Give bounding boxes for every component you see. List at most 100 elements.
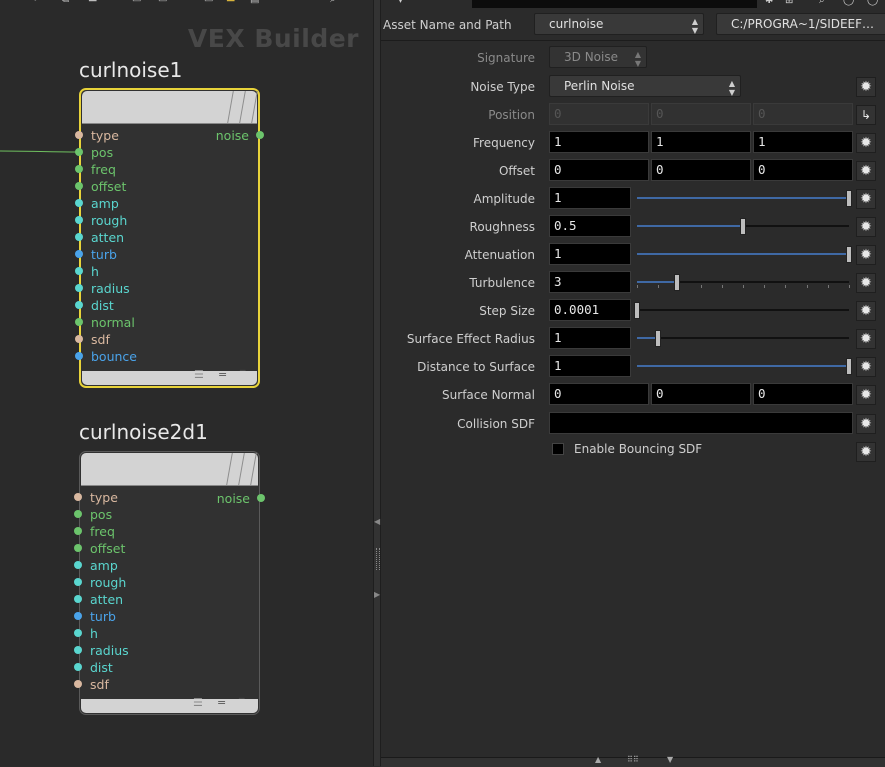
- input-connector[interactable]: [75, 250, 83, 258]
- slider-handle[interactable]: [634, 302, 640, 319]
- input-connector[interactable]: [74, 493, 82, 501]
- network-editor[interactable]: ✂ ⧉ ▬ ▭ ▭ ▭ ▬ ▤ ⌕ VEX Builder curlnoise1…: [0, 0, 373, 766]
- enable-bouncing-checkbox[interactable]: [552, 443, 564, 455]
- tool-icon[interactable]: ▭: [204, 0, 213, 6]
- signature-menu[interactable]: 3D Noise ▲ ▼: [549, 46, 647, 68]
- tool-icon[interactable]: ▬: [88, 0, 97, 6]
- input-connector[interactable]: [74, 629, 82, 637]
- gear-icon[interactable]: ✹: [856, 414, 876, 434]
- tool-icon[interactable]: ▤: [250, 0, 259, 6]
- step-size-field[interactable]: 0.0001: [549, 299, 631, 321]
- gear-icon[interactable]: ✹: [856, 161, 876, 181]
- noise-type-menu[interactable]: Perlin Noise ▲ ▼: [549, 75, 741, 97]
- surface-effect-radius-field[interactable]: 1: [549, 327, 631, 349]
- input-connector[interactable]: [75, 335, 83, 343]
- grip-icon[interactable]: ⠿⠿: [627, 755, 639, 764]
- roughness-slider[interactable]: [635, 215, 851, 237]
- node-curlnoise1[interactable]: type pos freq offset amp rough atten turb h radiu…: [75, 88, 264, 388]
- collapse-icon[interactable]: ☰: [193, 696, 203, 709]
- input-connector[interactable]: [74, 561, 82, 569]
- input-connector[interactable]: [74, 544, 82, 552]
- node-name[interactable]: curlnoise2d1: [79, 420, 208, 444]
- input-connector[interactable]: [75, 148, 83, 156]
- roughness-field[interactable]: 0.5: [549, 215, 631, 237]
- tool-icon[interactable]: ✂: [34, 0, 42, 6]
- divider-grip[interactable]: [376, 548, 380, 570]
- attenuation-slider[interactable]: [635, 243, 852, 265]
- node-header[interactable]: [82, 91, 258, 124]
- collapse-icon[interactable]: ☰: [194, 368, 204, 381]
- tool-icon[interactable]: ▬: [226, 0, 235, 6]
- search-icon[interactable]: ⌕: [330, 0, 336, 6]
- output-connector[interactable]: [257, 494, 265, 502]
- gear-icon[interactable]: ✹: [856, 385, 876, 405]
- input-connector[interactable]: [74, 578, 82, 586]
- asset-name-menu[interactable]: curlnoise ▲ ▼: [534, 13, 704, 35]
- expand-icon[interactable]: =: [217, 696, 226, 709]
- input-connector[interactable]: [75, 182, 83, 190]
- amplitude-slider[interactable]: [635, 187, 852, 209]
- slider-handle[interactable]: [655, 330, 662, 347]
- input-connector[interactable]: [75, 267, 83, 275]
- gear-icon[interactable]: ✹: [856, 442, 876, 462]
- gear-icon[interactable]: ✹: [856, 133, 876, 153]
- path-bar[interactable]: [472, 0, 757, 8]
- step-size-slider[interactable]: [634, 299, 851, 321]
- dropdown-arrow-icon[interactable]: ▾: [398, 0, 403, 6]
- distance-to-surface-field[interactable]: 1: [549, 355, 631, 377]
- slider-handle[interactable]: [674, 274, 681, 291]
- input-connector[interactable]: [74, 646, 82, 654]
- offset-y-field[interactable]: 0: [651, 159, 751, 181]
- input-connector[interactable]: [75, 233, 83, 241]
- tool-icon[interactable]: ⊞: [785, 0, 793, 6]
- collapse-right-icon[interactable]: ▶: [374, 590, 380, 599]
- frequency-y-field[interactable]: 1: [651, 131, 751, 153]
- gear-icon[interactable]: ✹: [856, 189, 876, 209]
- input-connector[interactable]: [74, 527, 82, 535]
- slider-handle[interactable]: [846, 190, 852, 207]
- input-connector[interactable]: [74, 595, 82, 603]
- tool-icon[interactable]: ▭: [158, 0, 167, 6]
- position-z-field[interactable]: 0: [753, 103, 853, 125]
- tool-icon[interactable]: ✱: [765, 0, 773, 6]
- tool-icon[interactable]: ◯: [843, 0, 854, 6]
- input-connector[interactable]: [75, 165, 83, 173]
- offset-x-field[interactable]: 0: [549, 159, 649, 181]
- gear-icon[interactable]: ✹: [856, 217, 876, 237]
- input-connector[interactable]: [75, 352, 83, 360]
- position-x-field[interactable]: 0: [549, 103, 649, 125]
- gear-icon[interactable]: ✹: [856, 245, 876, 265]
- attenuation-field[interactable]: 1: [549, 243, 631, 265]
- input-connector[interactable]: [75, 131, 83, 139]
- gear-icon[interactable]: ✹: [856, 77, 876, 97]
- slider-handle[interactable]: [846, 246, 852, 263]
- input-connector[interactable]: [75, 284, 83, 292]
- search-icon[interactable]: ⌕: [819, 0, 825, 6]
- tool-icon[interactable]: ▭: [132, 0, 141, 6]
- node-curlnoise2d1[interactable]: type pos freq offset amp rough atten turb h radiu…: [74, 451, 265, 715]
- asset-path-menu[interactable]: C:/PROGRA~1/SIDEEF…: [716, 13, 885, 35]
- offset-z-field[interactable]: 0: [753, 159, 853, 181]
- position-y-field[interactable]: 0: [651, 103, 751, 125]
- input-connector[interactable]: [75, 199, 83, 207]
- surface-normal-x-field[interactable]: 0: [549, 383, 649, 405]
- input-connector[interactable]: [75, 301, 83, 309]
- collision-sdf-field[interactable]: [549, 412, 853, 434]
- gear-icon[interactable]: ✹: [856, 357, 876, 377]
- minimize-icon[interactable]: ‾: [240, 368, 246, 381]
- gear-icon[interactable]: ✹: [856, 329, 876, 349]
- node-name[interactable]: curlnoise1: [79, 58, 182, 82]
- tool-icon[interactable]: ⧉: [62, 0, 69, 6]
- frequency-z-field[interactable]: 1: [753, 131, 853, 153]
- amplitude-field[interactable]: 1: [549, 187, 631, 209]
- minimize-icon[interactable]: ‾: [239, 696, 245, 709]
- input-connector[interactable]: [74, 663, 82, 671]
- collapse-left-icon[interactable]: ◀: [374, 517, 380, 526]
- input-connector[interactable]: [75, 216, 83, 224]
- slider-handle[interactable]: [740, 218, 746, 235]
- surface-effect-radius-slider[interactable]: [635, 327, 851, 349]
- channel-icon[interactable]: ↳: [856, 105, 876, 125]
- surface-normal-y-field[interactable]: 0: [651, 383, 751, 405]
- distance-to-surface-slider[interactable]: [635, 355, 852, 377]
- turbulence-field[interactable]: 3: [549, 271, 631, 293]
